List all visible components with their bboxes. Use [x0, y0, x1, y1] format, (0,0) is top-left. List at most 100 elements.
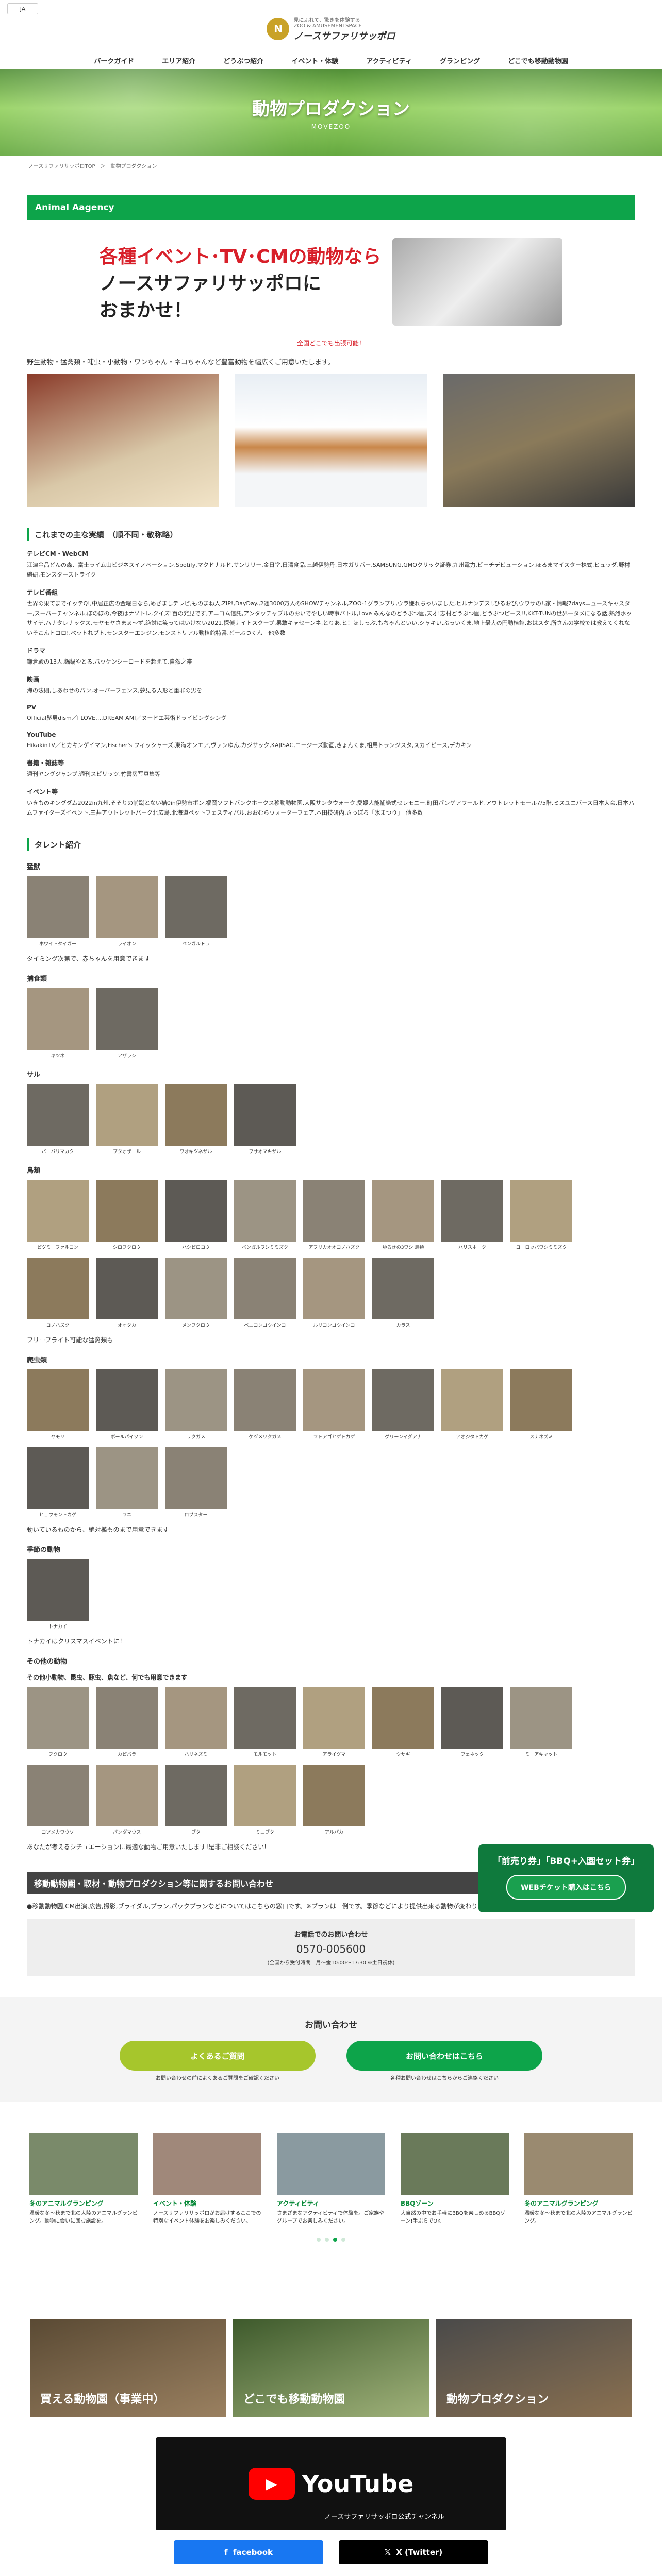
section-heading: Animal Aagency	[27, 195, 635, 220]
contact-form-button[interactable]: お問い合わせはこちら	[346, 2041, 542, 2071]
nav-events[interactable]: イベント・体験	[291, 56, 338, 65]
tile-buyable-zoo[interactable]: 買える動物園（事業中）	[30, 2319, 226, 2417]
site-logo[interactable]: N 見にふれて、驚きを体験する ZOO & AMUSEMENTSPACE ノース…	[267, 15, 395, 42]
youtube-channel: ノースサファリサッポロ公式チャンネル	[324, 2513, 444, 2521]
animal-card: ヨーロッパワシミミズク	[510, 1180, 572, 1250]
animal-grid: ピグミーファルコン シロフクロウ ハシビロコウ ベンガルワシミミズク アフリカオオコノハ…	[27, 1180, 635, 1328]
talent-groups: 猛獣 ホワイトタイガー ライオン ベンガルトラ タイミング次第で、赤ちゃんを用意できます…	[27, 861, 635, 1835]
animal-card: フェネック	[441, 1687, 503, 1757]
x-icon: 𝕏	[384, 2548, 396, 2557]
talent-group-title: その他の動物	[27, 1658, 68, 1666]
animal-name: バーバリマカク	[41, 1149, 74, 1155]
carousel-card[interactable]: BBQゾーン 大自然の中でお手軽にBBQを楽しめるBBQゾーン!手ぶらでOK	[401, 2133, 509, 2225]
animal-photo	[303, 1765, 365, 1826]
animal-photo	[510, 1687, 572, 1749]
animal-card: カラス	[372, 1258, 434, 1328]
animal-card: アザラシ	[96, 988, 158, 1059]
animal-name: フトアゴヒゲトカゲ	[313, 1435, 355, 1440]
phone-number[interactable]: 0570-005600	[37, 1943, 625, 1955]
carousel-card[interactable]: 冬のアニマルグランピング 温暖な冬〜秋まで北の大陸のアニマルグランピング。動物に会…	[29, 2133, 138, 2225]
site-header: N 見にふれて、驚きを体験する ZOO & AMUSEMENTSPACE ノース…	[0, 0, 662, 52]
animal-card: ハシビロコウ	[165, 1180, 227, 1250]
animal-card: アフリカオオコノハズク	[303, 1180, 365, 1250]
carousel-card[interactable]: アクティビティ さまざまなアクティビティで体験を。ご家族やグループでお楽しみくださ…	[277, 2133, 385, 2225]
talent-group-sub: その他小動物、昆虫、豚虫、魚など、何でも用意できます	[27, 1674, 188, 1681]
tv-monitor-image	[392, 238, 563, 326]
carousel-dot[interactable]	[317, 2238, 321, 2242]
logo-text: ノースサファリサッポロ	[293, 31, 395, 42]
animal-photo	[441, 1369, 503, 1431]
animal-photo	[96, 988, 158, 1050]
fox-photo	[235, 374, 427, 507]
animal-card: リクガメ	[165, 1369, 227, 1440]
nav-activity[interactable]: アクティビティ	[366, 56, 412, 65]
animal-card: モルモット	[234, 1687, 296, 1757]
nav-area[interactable]: エリア紹介	[162, 56, 195, 65]
animal-card: コノハズク	[27, 1258, 89, 1328]
carousel-dot[interactable]	[341, 2238, 345, 2242]
animal-name: ブタ	[191, 1830, 201, 1835]
faq-sub: お問い合わせの前によくあるご質問をご確認ください	[156, 2076, 279, 2081]
achievement-text: 週刊ヤングジャンプ,週刊スピリッツ,竹書房写真集等	[27, 771, 161, 777]
carousel-card[interactable]: イベント・体験 ノースサファリサッポロがお届けするここでの特別なイベント体験をお楽…	[153, 2133, 261, 2225]
animal-card: フクロウ	[27, 1687, 89, 1757]
animal-photo	[234, 1687, 296, 1749]
achievement-heading: イベント等	[27, 788, 58, 795]
carousel-dot[interactable]	[325, 2238, 329, 2242]
animal-name: ワオキツネザル	[179, 1149, 212, 1155]
main-nav: パークガイド エリア紹介 どうぶつ紹介 イベント・体験 アクティビティ グランピ…	[0, 52, 662, 69]
animal-name: ベニコンゴウインコ	[244, 1323, 286, 1328]
animal-photo	[96, 1369, 158, 1431]
animal-photo	[165, 1447, 227, 1509]
faq-button[interactable]: よくあるご質問	[120, 2041, 316, 2071]
carousel-dot-active[interactable]	[333, 2238, 337, 2242]
animal-card: オオタカ	[96, 1258, 158, 1328]
animal-card: ワオキツネザル	[165, 1084, 227, 1155]
animal-name: リクガメ	[186, 1435, 205, 1440]
animal-name: アルパカ	[325, 1830, 343, 1835]
x-twitter-button[interactable]: 𝕏 X (Twitter)	[339, 2540, 488, 2564]
animal-name: フェネック	[460, 1752, 484, 1757]
animal-photo	[165, 1084, 227, 1146]
animal-name: ハリスホーク	[458, 1245, 486, 1250]
animal-photo	[510, 1369, 572, 1431]
breadcrumb[interactable]: ノースサファリサッポロTOP ＞ 動物プロダクション	[0, 156, 662, 176]
animal-photo	[441, 1180, 503, 1242]
animal-card: ベンガルトラ	[165, 876, 227, 947]
animal-photo	[96, 1180, 158, 1242]
tile-animal-production[interactable]: 動物プロダクション	[436, 2319, 632, 2417]
animal-card: メンフクロウ	[165, 1258, 227, 1328]
tile-mobile-zoo[interactable]: どこでも移動動物園	[233, 2319, 429, 2417]
animal-photo	[96, 1447, 158, 1509]
banner-line-3: おまかせ！	[99, 300, 192, 321]
facebook-button[interactable]: f facebook	[174, 2540, 323, 2564]
animal-photo	[372, 1369, 434, 1431]
web-ticket-button[interactable]: WEBチケット購入はこちら	[506, 1875, 626, 1900]
animal-card: ワニ	[96, 1447, 158, 1518]
animal-card: パンダマウス	[96, 1765, 158, 1835]
ticket-float-banner[interactable]: 「前売り券」「BBQ+入園セット券」 WEBチケット購入はこちら	[478, 1844, 654, 1912]
talent-title: タレント紹介	[27, 838, 635, 851]
animal-photo	[165, 1180, 227, 1242]
banner-line-2: ノースサファリサッポロに	[99, 273, 321, 294]
animal-name: スナネズミ	[529, 1435, 553, 1440]
animal-photo	[27, 1687, 89, 1749]
logo-tagline: 見にふれて、驚きを体験する	[293, 18, 360, 23]
animal-photo	[303, 1687, 365, 1749]
nav-park-guide[interactable]: パークガイド	[94, 56, 134, 65]
nav-animals[interactable]: どうぶつ紹介	[223, 56, 263, 65]
animal-name: ゆるきの3ワシ 鳥類	[382, 1245, 424, 1250]
nav-glamping[interactable]: グランピング	[440, 56, 480, 65]
carousel-card-desc: 温暖な冬〜秋まで北の大陸のアニマルグランピング。	[524, 2211, 633, 2224]
animal-photo	[234, 1765, 296, 1826]
animal-name: キツネ	[51, 1054, 65, 1059]
animal-name: トナカイ	[48, 1624, 67, 1630]
carousel-card-title: 冬のアニマルグランピング	[29, 2200, 104, 2207]
ticket-banner-text: 「前売り券」「BBQ+入園セット券」	[492, 1856, 640, 1867]
carousel-card-desc: 大自然の中でお手軽にBBQを楽しめるBBQゾーン!手ぶらでOK	[401, 2211, 506, 2224]
carousel-card[interactable]: 冬のアニマルグランピング 温暖な冬〜秋まで北の大陸のアニマルグランピング。	[524, 2133, 633, 2225]
carousel-card-image	[153, 2133, 261, 2195]
nav-mobile-zoo[interactable]: どこでも移動動物園	[508, 56, 568, 65]
youtube-banner[interactable]: ▶ YouTube ノースサファリサッポロ公式チャンネル	[156, 2437, 506, 2530]
feature-carousel: 冬のアニマルグランピング 温暖な冬〜秋まで北の大陸のアニマルグランピング。動物に会…	[0, 2133, 662, 2225]
